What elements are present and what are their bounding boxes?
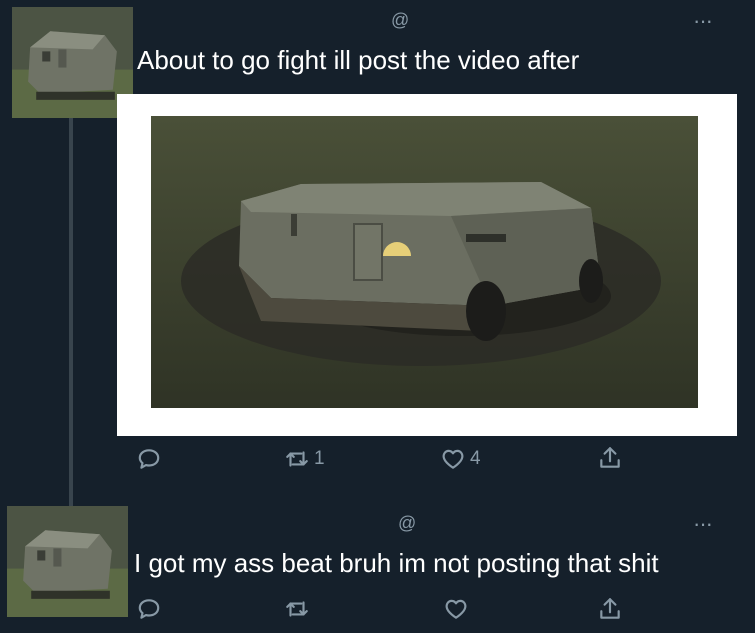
reply-button[interactable] — [136, 596, 166, 622]
tweet-handle[interactable]: @ — [391, 10, 409, 31]
reply-button[interactable] — [136, 446, 166, 472]
retweet-count: 1 — [314, 448, 325, 469]
tweet-media-image[interactable] — [151, 116, 698, 408]
reply-icon — [138, 599, 160, 619]
tweet-text: I got my ass beat bruh im not posting th… — [134, 548, 659, 578]
like-count: 4 — [470, 448, 481, 469]
share-icon — [600, 598, 620, 619]
share-icon — [600, 447, 620, 468]
like-button[interactable] — [443, 596, 473, 622]
retweet-icon — [286, 451, 308, 467]
share-button[interactable] — [597, 596, 623, 622]
avatar[interactable] — [12, 7, 133, 118]
tweet-handle[interactable]: @ — [398, 513, 416, 534]
like-icon — [442, 449, 464, 469]
share-button[interactable] — [597, 445, 623, 471]
retweet-button[interactable] — [284, 596, 314, 622]
like-button[interactable]: 4 — [440, 446, 481, 472]
thread-line — [69, 118, 73, 506]
avatar[interactable] — [7, 506, 128, 617]
like-icon — [445, 599, 467, 619]
more-icon[interactable]: ··· — [693, 513, 713, 535]
more-icon[interactable]: ··· — [693, 10, 713, 32]
reply-icon — [138, 449, 160, 469]
retweet-button[interactable]: 1 — [284, 446, 325, 472]
retweet-icon — [286, 601, 308, 617]
tweet-text: About to go fight ill post the video aft… — [137, 45, 580, 75]
